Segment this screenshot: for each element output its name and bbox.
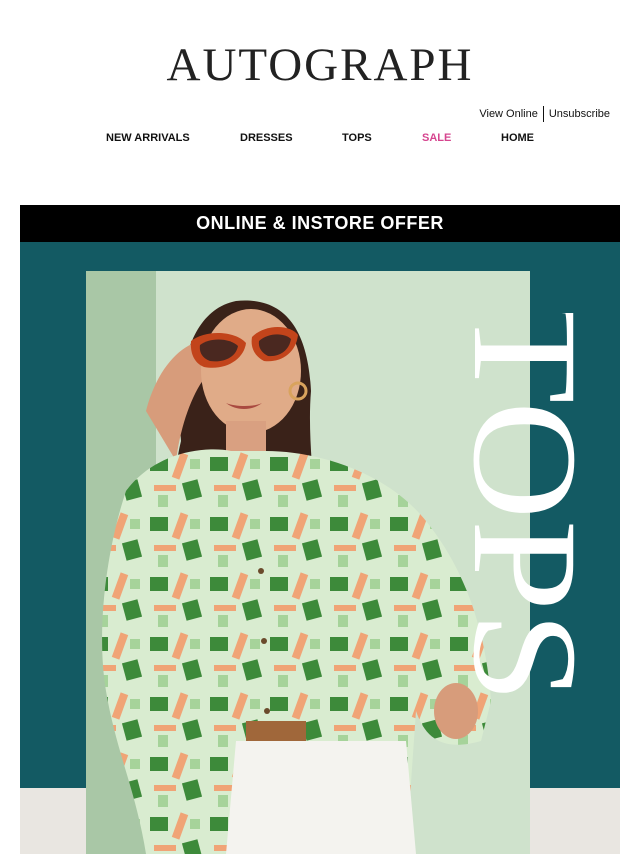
header-links: View Online Unsubscribe (479, 106, 610, 122)
brand-logo[interactable]: AUTOGRAPH (0, 40, 640, 90)
headline-tops: TOPS (465, 313, 595, 703)
model-illustration (86, 271, 530, 854)
link-divider (542, 106, 544, 122)
view-online-link[interactable]: View Online (479, 108, 538, 120)
nav-dresses[interactable]: DRESSES (240, 132, 293, 144)
unsubscribe-link[interactable]: Unsubscribe (549, 108, 610, 120)
model-photo (86, 271, 530, 854)
hero-banner[interactable]: ONLINE & INSTORE OFFER TOPS (20, 205, 620, 854)
nav-home[interactable]: HOME (501, 132, 534, 144)
headline-text: TOPS (465, 313, 595, 703)
nav-tops[interactable]: TOPS (342, 132, 372, 144)
nav-new-arrivals[interactable]: NEW ARRIVALS (106, 132, 190, 144)
offer-banner: ONLINE & INSTORE OFFER (20, 205, 620, 242)
nav-sale[interactable]: SALE (422, 132, 451, 144)
